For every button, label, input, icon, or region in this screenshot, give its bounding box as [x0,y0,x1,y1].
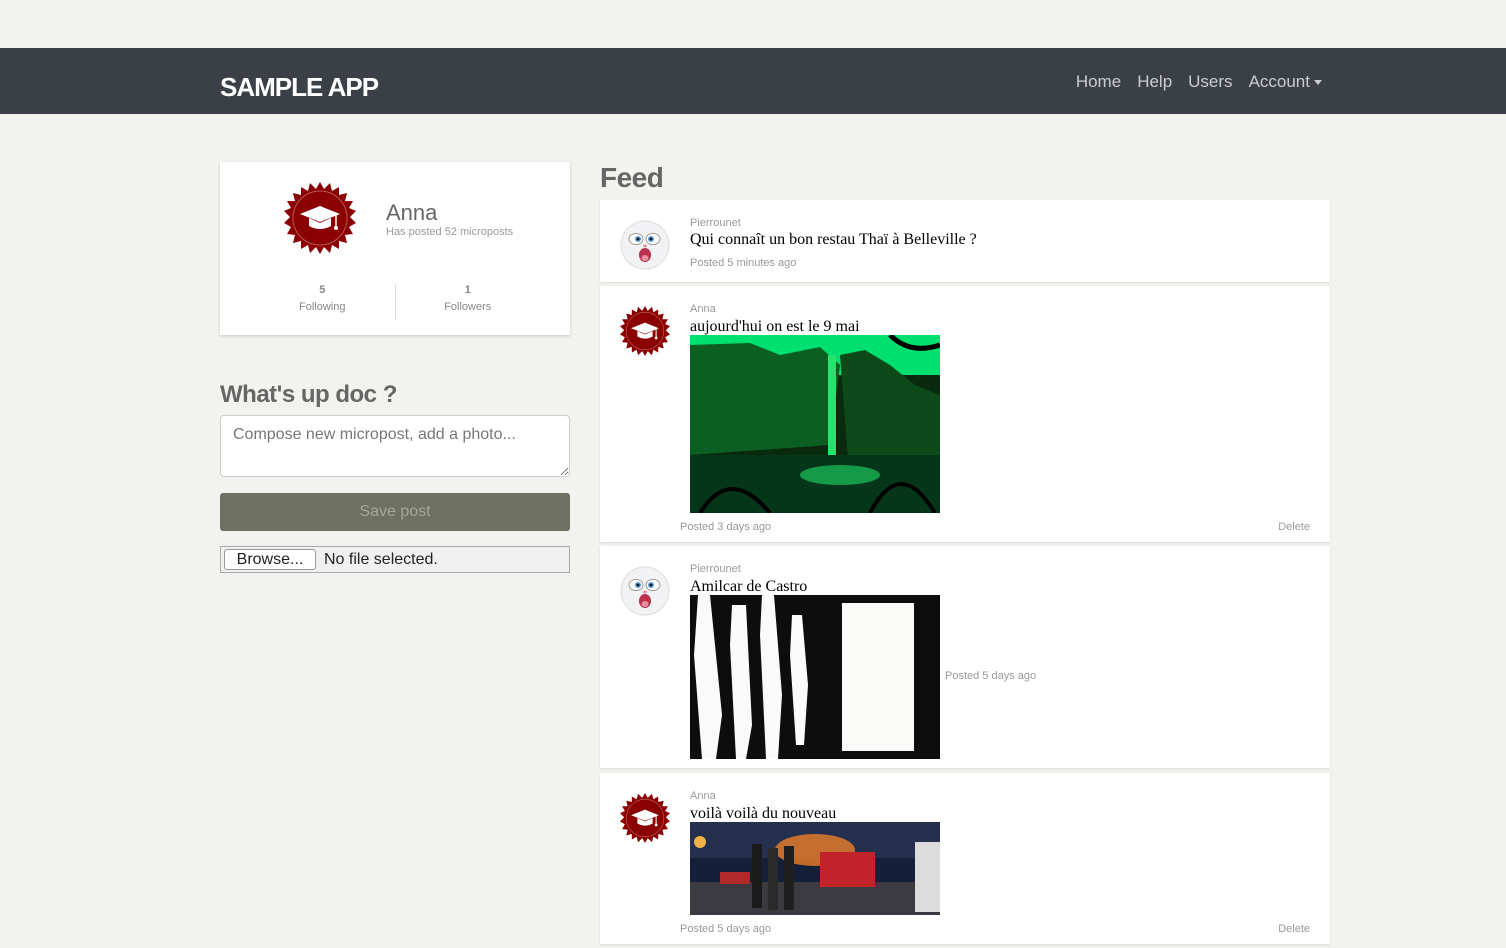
micropost-input[interactable] [220,415,570,477]
post-image-waterfall [690,335,940,513]
avatar[interactable] [284,182,356,254]
nav-account-label: Account [1248,72,1310,91]
post-author[interactable]: Anna [690,303,716,315]
followers-count: 1 [464,284,471,296]
post-content: Amilcar de Castro [690,578,808,595]
compose-title: What's up doc ? [220,381,397,408]
feed-title: Feed [600,162,664,193]
feed-post: Pierrounet Qui connaît un bon restau Tha… [600,200,1330,282]
brand-logo[interactable]: SAMPLE APP [220,72,379,103]
post-timestamp: Posted 5 minutes ago [690,257,797,269]
microposts-count: Has posted 52 microposts [386,226,514,238]
following-count: 5 [319,284,326,296]
avatar[interactable] [620,566,670,616]
post-content: aujourd'hui on est le 9 mai [690,318,860,335]
post-author[interactable]: Anna [690,790,716,802]
avatar[interactable] [620,793,670,843]
navbar: SAMPLE APP Home Help Users Account [0,48,1506,114]
profile-stats: 5 Following 1 Followers [250,284,540,320]
post-timestamp: Posted 3 days ago [680,521,772,533]
nav-help[interactable]: Help [1137,72,1172,92]
post-author[interactable]: Pierrounet [690,563,741,575]
file-input[interactable]: Browse... No file selected. [220,546,570,573]
chevron-down-icon [1314,79,1322,85]
following-stat[interactable]: 5 Following [250,284,395,320]
feed-post: Anna aujourd'hui on est le 9 mai Posted … [600,286,1330,542]
nav-links: Home Help Users Account [1076,72,1322,92]
nav-account-dropdown[interactable]: Account [1249,72,1322,92]
post-timestamp: Posted 5 days ago [945,670,1037,682]
save-post-button[interactable]: Save post [220,493,570,531]
following-label: Following [299,301,346,313]
nav-users[interactable]: Users [1188,72,1232,92]
post-content: voilà voilà du nouveau [690,805,837,822]
file-status: No file selected. [324,550,438,568]
post-image-artwork [690,595,940,759]
feed-post: Pierrounet Amilcar de Castro Posted 5 da… [600,546,1330,768]
profile-name: Anna [386,200,438,225]
post-image-street [690,822,940,915]
followers-label: Followers [444,301,492,313]
delete-link[interactable]: Delete [1278,521,1310,533]
feed-post: Anna voilà voilà du nouveau Posted 5 day… [600,773,1330,944]
post-content: Qui connaît un bon restau Thaï à Bellevi… [690,231,977,248]
followers-stat[interactable]: 1 Followers [394,284,541,320]
browse-button[interactable]: Browse... [224,549,316,570]
delete-link[interactable]: Delete [1278,923,1310,935]
nav-home[interactable]: Home [1076,72,1121,92]
profile-card: Anna Has posted 52 microposts 5 Followin… [220,162,570,335]
avatar[interactable] [620,306,670,356]
post-author[interactable]: Pierrounet [690,217,741,229]
post-timestamp: Posted 5 days ago [680,923,772,935]
avatar[interactable] [620,220,670,270]
